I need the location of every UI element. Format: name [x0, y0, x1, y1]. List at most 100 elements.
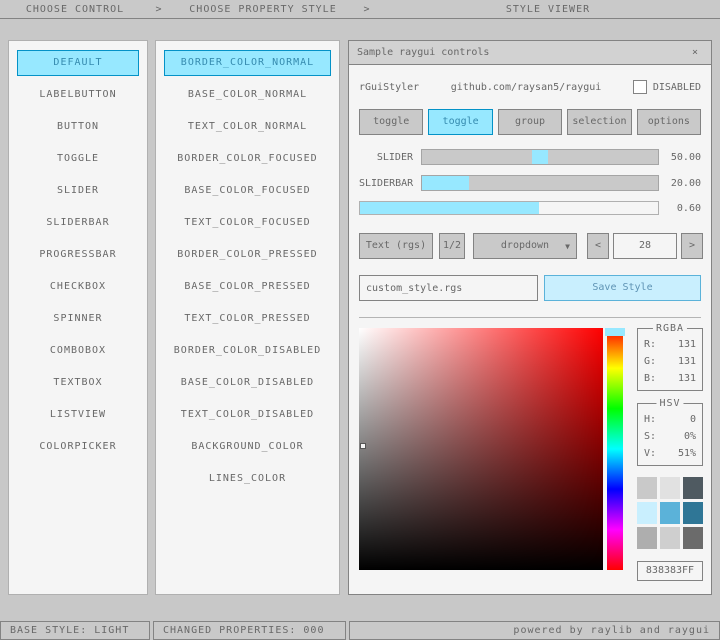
- property-item[interactable]: BORDER_COLOR_PRESSED: [164, 242, 331, 268]
- rgba-row-r: R: 131: [644, 337, 696, 354]
- control-item-textbox[interactable]: TEXTBOX: [17, 370, 139, 396]
- hex-color-value[interactable]: 838383FF: [637, 561, 703, 581]
- filename-input[interactable]: [359, 275, 538, 301]
- color-swatch[interactable]: [683, 477, 703, 499]
- checkbox-icon[interactable]: [633, 80, 647, 94]
- r-value: 131: [678, 337, 696, 354]
- text-rgs-button[interactable]: Text (rgs): [359, 233, 433, 259]
- control-item-sliderbar[interactable]: SLIDERBAR: [17, 210, 139, 236]
- breadcrumb-choose-property-style: CHOOSE PROPERTY STYLE: [168, 4, 358, 15]
- sliderbar-label: SLIDERBAR: [359, 178, 421, 189]
- color-swatch[interactable]: [637, 477, 657, 499]
- dropdown-select[interactable]: dropdown ▼: [473, 233, 577, 259]
- hsv-group-title: HSV: [656, 398, 683, 409]
- hue-slider-handle[interactable]: [605, 328, 625, 336]
- property-item[interactable]: TEXT_COLOR_NORMAL: [164, 114, 331, 140]
- property-item[interactable]: BORDER_COLOR_FOCUSED: [164, 146, 331, 172]
- r-label: R:: [644, 337, 656, 354]
- rgba-row-b: B: 131: [644, 371, 696, 388]
- h-label: H:: [644, 412, 656, 429]
- hue-slider[interactable]: [607, 328, 623, 570]
- control-item-labelbutton[interactable]: LABELBUTTON: [17, 82, 139, 108]
- sliderbar-value: 20.00: [659, 178, 701, 189]
- color-swatch[interactable]: [660, 502, 680, 524]
- close-icon[interactable]: ×: [687, 47, 703, 58]
- divider: [359, 317, 701, 318]
- rgba-row-g: G: 131: [644, 354, 696, 371]
- property-item[interactable]: LINES_COLOR: [164, 466, 331, 492]
- progress-value: 0.60: [659, 203, 701, 214]
- control-item-spinner[interactable]: SPINNER: [17, 306, 139, 332]
- property-item[interactable]: BACKGROUND_COLOR: [164, 434, 331, 460]
- window-title: Sample raygui controls: [357, 47, 489, 58]
- toggle-button-2[interactable]: toggle: [428, 109, 492, 135]
- hsv-row-h: H: 0: [644, 412, 696, 429]
- control-item-default[interactable]: DEFAULT: [17, 50, 139, 76]
- b-label: B:: [644, 371, 656, 388]
- hsv-row-v: V: 51%: [644, 446, 696, 463]
- breadcrumb: CHOOSE CONTROL > CHOOSE PROPERTY STYLE >…: [0, 0, 720, 19]
- control-item-listview[interactable]: LISTVIEW: [17, 402, 139, 428]
- g-value: 131: [678, 354, 696, 371]
- property-item[interactable]: TEXT_COLOR_FOCUSED: [164, 210, 331, 236]
- repo-link-label: github.com/raysan5/raygui: [451, 82, 602, 93]
- color-picker-cursor[interactable]: [360, 443, 366, 449]
- chevron-down-icon: ▼: [565, 234, 570, 260]
- color-swatch[interactable]: [683, 527, 703, 549]
- powered-by-status: powered by raylib and raygui: [349, 621, 720, 640]
- s-value: 0%: [684, 429, 696, 446]
- control-item-slider[interactable]: SLIDER: [17, 178, 139, 204]
- control-item-colorpicker[interactable]: COLORPICKER: [17, 434, 139, 460]
- property-item[interactable]: BASE_COLOR_NORMAL: [164, 82, 331, 108]
- color-saturation-value-square[interactable]: [359, 328, 603, 570]
- progress-bar-fill: [360, 202, 539, 214]
- toggle-button-options[interactable]: options: [637, 109, 701, 135]
- control-item-progressbar[interactable]: PROGRESSBAR: [17, 242, 139, 268]
- slider[interactable]: [421, 149, 659, 165]
- chevron-right-icon: >: [358, 4, 376, 15]
- progress-bar: [359, 201, 659, 215]
- sliderbar[interactable]: [421, 175, 659, 191]
- window-titlebar: Sample raygui controls ×: [349, 41, 711, 65]
- control-item-combobox[interactable]: COMBOBOX: [17, 338, 139, 364]
- disabled-checkbox[interactable]: DISABLED: [633, 80, 701, 94]
- hsv-row-s: S: 0%: [644, 429, 696, 446]
- spinner-decrement-button[interactable]: <: [587, 233, 609, 259]
- h-value: 0: [690, 412, 696, 429]
- property-item[interactable]: TEXT_COLOR_DISABLED: [164, 402, 331, 428]
- property-item[interactable]: BASE_COLOR_FOCUSED: [164, 178, 331, 204]
- control-item-button[interactable]: BUTTON: [17, 114, 139, 140]
- dropdown-label: dropdown: [501, 240, 549, 251]
- property-item[interactable]: BASE_COLOR_PRESSED: [164, 274, 331, 300]
- property-item[interactable]: BASE_COLOR_DISABLED: [164, 370, 331, 396]
- status-bar: BASE STYLE: LIGHT CHANGED PROPERTIES: 00…: [0, 621, 720, 640]
- hsv-group-box: HSV H: 0 S: 0% V: 51%: [637, 403, 703, 466]
- color-swatch[interactable]: [683, 502, 703, 524]
- toggle-button-1[interactable]: toggle: [359, 109, 423, 135]
- sliderbar-fill: [422, 176, 469, 190]
- color-swatch[interactable]: [660, 477, 680, 499]
- property-item[interactable]: BORDER_COLOR_NORMAL: [164, 50, 331, 76]
- s-label: S:: [644, 429, 656, 446]
- slider-handle[interactable]: [532, 150, 548, 164]
- changed-properties-status: CHANGED PROPERTIES: 000: [153, 621, 346, 640]
- base-style-status: BASE STYLE: LIGHT: [0, 621, 150, 640]
- spinner-value[interactable]: 28: [613, 233, 677, 259]
- property-item[interactable]: BORDER_COLOR_DISABLED: [164, 338, 331, 364]
- spinner-increment-button[interactable]: >: [681, 233, 703, 259]
- color-swatch[interactable]: [637, 502, 657, 524]
- save-style-button[interactable]: Save Style: [544, 275, 701, 301]
- toggle-button-selection[interactable]: selection: [567, 109, 631, 135]
- chevron-right-icon: >: [150, 4, 168, 15]
- property-item[interactable]: TEXT_COLOR_PRESSED: [164, 306, 331, 332]
- app-name-label: rGuiStyler: [359, 82, 419, 93]
- color-swatch[interactable]: [660, 527, 680, 549]
- control-item-toggle[interactable]: TOGGLE: [17, 146, 139, 172]
- properties-list-panel: BORDER_COLOR_NORMAL BASE_COLOR_NORMAL TE…: [155, 40, 340, 595]
- half-button[interactable]: 1/2: [439, 233, 465, 259]
- color-picker: RGBA R: 131 G: 131 B: 131 HSV H: 0: [359, 328, 701, 572]
- toggle-button-group[interactable]: group: [498, 109, 562, 135]
- slider-value: 50.00: [659, 152, 701, 163]
- control-item-checkbox[interactable]: CHECKBOX: [17, 274, 139, 300]
- color-swatch[interactable]: [637, 527, 657, 549]
